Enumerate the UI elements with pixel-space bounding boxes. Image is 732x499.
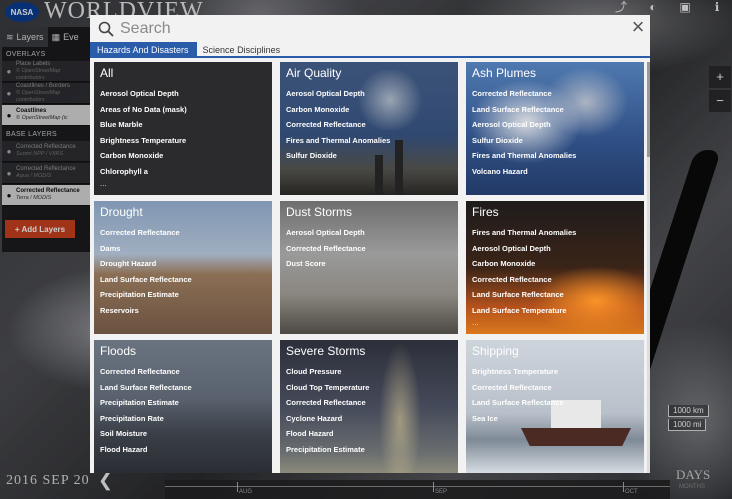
card-item[interactable]: Fires and Thermal Anomalies — [472, 148, 638, 164]
card-item[interactable]: Dams — [100, 241, 266, 257]
card-item[interactable]: Corrected Reflectance — [100, 225, 266, 241]
card-item[interactable]: Areas of No Data (mask) — [100, 102, 266, 118]
card-item[interactable]: Aerosol Optical Depth — [472, 117, 638, 133]
card-item[interactable]: Land Surface Reflectance — [100, 272, 266, 288]
card-item[interactable]: Corrected Reflectance — [286, 395, 452, 411]
card-item[interactable]: Land Surface Reflectance — [100, 380, 266, 396]
search-input[interactable] — [120, 19, 600, 38]
card-item[interactable]: Land Surface Reflectance — [472, 395, 638, 411]
card-item[interactable]: Precipitation Rate — [100, 411, 266, 427]
card-item[interactable]: Aerosol Optical Depth — [100, 86, 266, 102]
card-item[interactable]: Brightness Temperature — [100, 133, 266, 149]
category-card-dust-storms[interactable]: Dust Storms Aerosol Optical Depth Correc… — [280, 201, 458, 334]
card-item[interactable]: Precipitation Estimate — [100, 287, 266, 303]
card-more[interactable]: ... — [100, 179, 266, 188]
card-item[interactable]: Sea Ice — [472, 411, 638, 427]
card-item[interactable]: Carbon Monoxide — [286, 102, 452, 118]
card-item[interactable]: Aerosol Optical Depth — [286, 225, 452, 241]
card-item[interactable]: Soil Moisture — [100, 426, 266, 442]
category-card-all[interactable]: All Aerosol Optical Depth Areas of No Da… — [94, 62, 272, 195]
card-more[interactable]: ... — [472, 318, 638, 327]
card-title[interactable]: Fires — [472, 205, 638, 219]
card-item[interactable]: Land Surface Reflectance — [472, 287, 638, 303]
card-item[interactable]: Brightness Temperature — [472, 364, 638, 380]
card-item[interactable]: Aerosol Optical Depth — [286, 86, 452, 102]
card-title[interactable]: Ash Plumes — [472, 66, 638, 80]
search-bar — [90, 15, 650, 42]
card-title[interactable]: Drought — [100, 205, 266, 219]
card-item[interactable]: Precipitation Estimate — [286, 442, 452, 458]
close-icon[interactable]: × — [628, 16, 648, 38]
card-item[interactable]: Dust Score — [286, 256, 452, 272]
category-card-air-quality[interactable]: Air Quality Aerosol Optical Depth Carbon… — [280, 62, 458, 195]
card-item[interactable]: Drought Hazard — [100, 256, 266, 272]
card-item[interactable]: Sulfur Dioxide — [472, 133, 638, 149]
card-item[interactable]: Corrected Reflectance — [286, 117, 452, 133]
search-icon — [98, 21, 114, 37]
card-item[interactable]: Flood Hazard — [100, 442, 266, 458]
card-item[interactable]: Reservoirs — [100, 303, 266, 319]
card-item[interactable]: Cloud Top Temperature — [286, 380, 452, 396]
card-title[interactable]: All — [100, 66, 266, 80]
card-item[interactable]: Fires and Thermal Anomalies — [472, 225, 638, 241]
category-card-shipping[interactable]: Shipping Brightness Temperature Correcte… — [466, 340, 644, 473]
card-item[interactable]: Cyclone Hazard — [286, 411, 452, 427]
card-item[interactable]: Sulfur Dioxide — [286, 148, 452, 164]
card-item[interactable]: Fires and Thermal Anomalies — [286, 133, 452, 149]
card-item[interactable]: Corrected Reflectance — [472, 380, 638, 396]
card-item[interactable]: Carbon Monoxide — [100, 148, 266, 164]
category-card-fires[interactable]: Fires Fires and Thermal Anomalies Aeroso… — [466, 201, 644, 334]
tab-science[interactable]: Science Disciplines — [197, 42, 287, 58]
card-item[interactable]: Corrected Reflectance — [472, 272, 638, 288]
card-item[interactable]: Corrected Reflectance — [286, 241, 452, 257]
card-item[interactable]: Flood Hazard — [286, 426, 452, 442]
card-title[interactable]: Severe Storms — [286, 344, 452, 358]
card-item[interactable]: Land Surface Reflectance — [472, 102, 638, 118]
card-item[interactable]: Cloud Pressure — [286, 364, 452, 380]
card-item[interactable]: Aerosol Optical Depth — [472, 241, 638, 257]
category-tabs: Hazards And Disasters Science Discipline… — [90, 42, 650, 58]
category-card-floods[interactable]: Floods Corrected Reflectance Land Surfac… — [94, 340, 272, 473]
card-item[interactable]: Corrected Reflectance — [472, 86, 638, 102]
layer-picker-modal: × Hazards And Disasters Science Discipli… — [90, 15, 650, 473]
card-item[interactable]: Carbon Monoxide — [472, 256, 638, 272]
card-item[interactable]: Chlorophyll a — [100, 164, 266, 180]
category-card-ash-plumes[interactable]: Ash Plumes Corrected Reflectance Land Su… — [466, 62, 644, 195]
card-title[interactable]: Floods — [100, 344, 266, 358]
card-item[interactable]: Precipitation Estimate — [100, 395, 266, 411]
card-item[interactable]: Corrected Reflectance — [100, 364, 266, 380]
category-grid: All Aerosol Optical Depth Areas of No Da… — [94, 62, 646, 473]
card-title[interactable]: Air Quality — [286, 66, 452, 80]
card-item[interactable]: Volcano Hazard — [472, 164, 638, 180]
category-card-drought[interactable]: Drought Corrected Reflectance Dams Droug… — [94, 201, 272, 334]
card-title[interactable]: Shipping — [472, 344, 638, 358]
tab-hazards[interactable]: Hazards And Disasters — [90, 42, 197, 58]
ship-image — [521, 428, 631, 446]
card-title[interactable]: Dust Storms — [286, 205, 452, 219]
scrollbar-thumb[interactable] — [647, 62, 650, 157]
card-item[interactable]: Land Surface Temperature — [472, 303, 638, 319]
category-card-severe-storms[interactable]: Severe Storms Cloud Pressure Cloud Top T… — [280, 340, 458, 473]
card-item[interactable]: Blue Marble — [100, 117, 266, 133]
